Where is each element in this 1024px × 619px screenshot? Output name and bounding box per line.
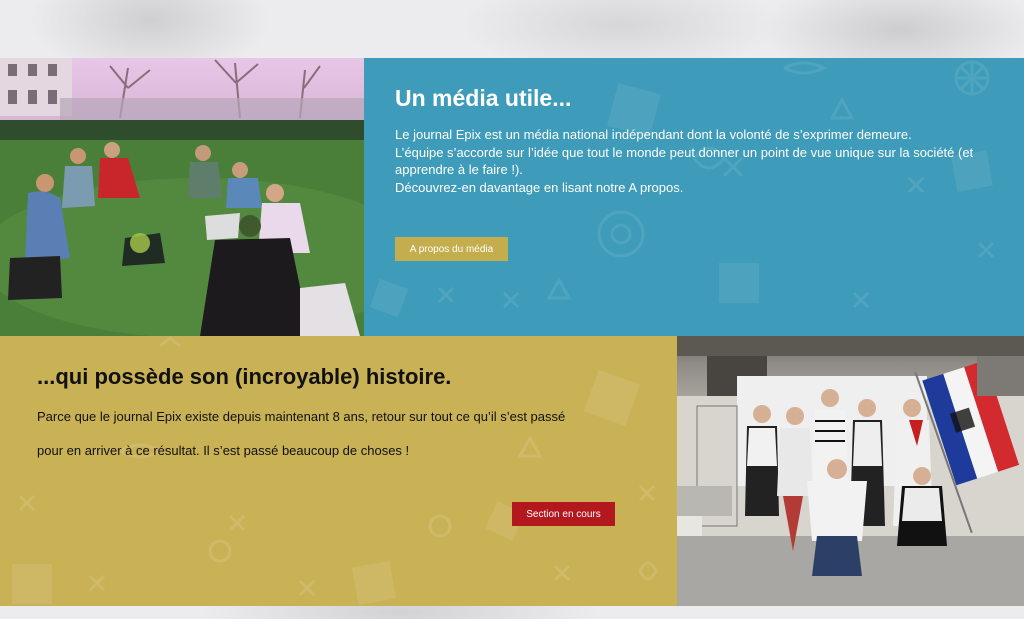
media-paragraph-2: L’équipe s’accorde sur l’idée que tout l…: [395, 144, 974, 178]
team-mimes-photo: [677, 336, 1024, 606]
media-paragraph-3: Découvrez-en davantage en lisant notre A…: [395, 179, 684, 195]
history-paragraph-2: pour en arriver à ce résultat. Il s’est …: [37, 443, 410, 458]
history-section: ...qui possède son (incroyable) histoire…: [0, 336, 677, 606]
media-description: Le journal Epix est un média national in…: [395, 126, 1005, 196]
media-title: Un média utile...: [395, 85, 572, 111]
media-section: Un média utile... Le journal Epix est un…: [364, 58, 1024, 336]
section-in-progress-button[interactable]: Section en cours: [512, 502, 615, 526]
about-media-button[interactable]: A propos du média: [395, 237, 508, 261]
media-paragraph-1: Le journal Epix est un média national in…: [395, 127, 912, 142]
history-description: Parce que le journal Epix existe depuis …: [37, 400, 647, 468]
students-on-grass-photo: [0, 58, 364, 336]
history-paragraph-1: Parce que le journal Epix existe depuis …: [37, 409, 566, 424]
history-title: ...qui possède son (incroyable) histoire…: [37, 364, 452, 389]
